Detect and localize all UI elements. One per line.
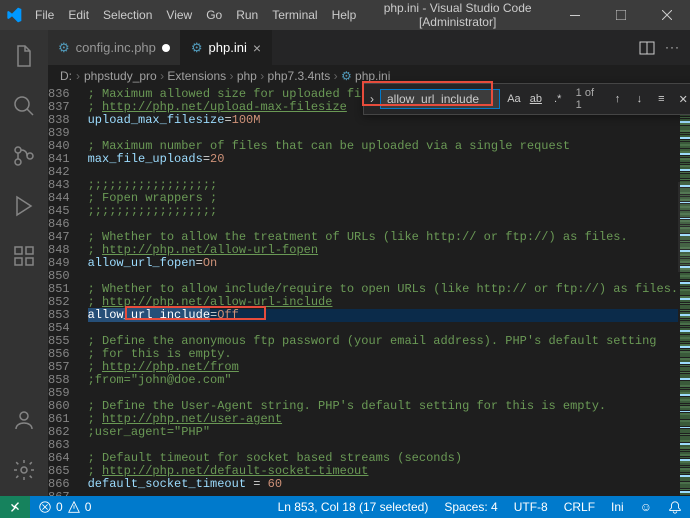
menu-selection[interactable]: Selection	[96, 0, 159, 30]
crumb-item[interactable]: phpstudy_pro	[84, 69, 157, 83]
encoding[interactable]: UTF-8	[506, 500, 556, 514]
close-find-icon[interactable]: ✕	[675, 90, 690, 108]
more-icon[interactable]: ···	[665, 40, 680, 56]
titlebar: FileEditSelectionViewGoRunTerminalHelp p…	[0, 0, 690, 30]
menu-help[interactable]: Help	[325, 0, 364, 30]
tabs: ⚙config.inc.php⚙php.ini× ···	[48, 30, 690, 65]
menu-file[interactable]: File	[28, 0, 61, 30]
tab-config-inc-php[interactable]: ⚙config.inc.php	[48, 30, 181, 65]
menu-run[interactable]: Run	[229, 0, 265, 30]
crumb-item[interactable]: Extensions	[167, 69, 226, 83]
find-widget: › Aa ab .* 1 of 1 ↑ ↓ ≡ ✕	[363, 83, 690, 115]
cursor-position[interactable]: Ln 853, Col 18 (17 selected)	[270, 500, 437, 514]
crumb-item[interactable]: php7.3.4nts	[268, 69, 331, 83]
find-input[interactable]	[380, 89, 500, 109]
explorer-icon[interactable]	[0, 36, 48, 76]
match-word-toggle[interactable]: ab	[528, 90, 544, 108]
debug-icon[interactable]	[0, 186, 48, 226]
find-count: 1 of 1	[572, 87, 604, 111]
next-match-icon[interactable]: ↓	[631, 90, 647, 108]
prev-match-icon[interactable]: ↑	[610, 90, 626, 108]
line-numbers: 8368378388398408418428438448458468478488…	[48, 87, 88, 496]
problems-button[interactable]: 0 0	[30, 496, 99, 518]
close-button[interactable]	[644, 0, 690, 30]
statusbar: 0 0 Ln 853, Col 18 (17 selected) Spaces:…	[0, 496, 690, 518]
minimize-button[interactable]	[552, 0, 598, 30]
crumb-item[interactable]: php	[237, 69, 257, 83]
activity-bar	[0, 30, 48, 496]
maximize-button[interactable]	[598, 0, 644, 30]
code-editor[interactable]: ; Maximum allowed size for uploaded file…	[88, 87, 679, 496]
gear-icon[interactable]	[0, 450, 48, 490]
minimap[interactable]	[678, 87, 690, 496]
vscode-icon	[0, 7, 28, 23]
close-tab-icon[interactable]: ×	[253, 40, 261, 56]
menu-edit[interactable]: Edit	[61, 0, 96, 30]
split-editor-icon[interactable]	[639, 40, 655, 56]
find-in-selection-icon[interactable]: ≡	[653, 90, 669, 108]
menu-go[interactable]: Go	[199, 0, 229, 30]
tab-php-ini[interactable]: ⚙php.ini×	[181, 30, 272, 65]
menu-view[interactable]: View	[159, 0, 199, 30]
language-mode[interactable]: Ini	[603, 500, 632, 514]
search-icon[interactable]	[0, 86, 48, 126]
account-icon[interactable]	[0, 400, 48, 440]
extensions-icon[interactable]	[0, 236, 48, 276]
chevron-right-icon[interactable]: ›	[370, 92, 374, 106]
window-title: php.ini - Visual Studio Code [Administra…	[363, 1, 552, 29]
remote-button[interactable]	[0, 496, 30, 518]
eol[interactable]: CRLF	[556, 500, 603, 514]
match-case-toggle[interactable]: Aa	[506, 90, 522, 108]
indentation[interactable]: Spaces: 4	[436, 500, 505, 514]
regex-toggle[interactable]: .*	[550, 90, 566, 108]
feedback-icon[interactable]: ☺	[632, 500, 660, 514]
breadcrumb-drive: D:	[60, 69, 72, 83]
menu-bar: FileEditSelectionViewGoRunTerminalHelp	[28, 0, 363, 30]
menu-terminal[interactable]: Terminal	[265, 0, 324, 30]
scm-icon[interactable]	[0, 136, 48, 176]
notifications-icon[interactable]	[660, 500, 690, 514]
crumb-item[interactable]: php.ini	[355, 69, 390, 83]
